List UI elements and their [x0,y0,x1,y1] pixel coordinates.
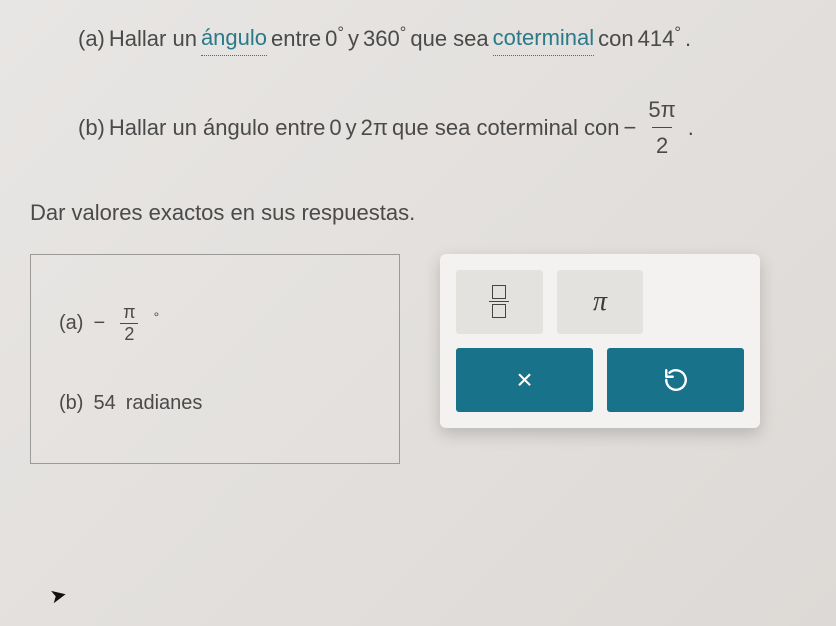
qb-label: (b) [78,110,105,145]
qb-val1: 0 [329,110,341,145]
question-b: (b) Hallar un ángulo entre 0 y 2π que se… [30,92,806,163]
answer-a-fraction: π 2 [119,302,139,345]
tool-row-1: π [456,270,744,334]
fraction-button[interactable] [456,270,543,334]
undo-button[interactable] [607,348,744,412]
qb-fraction: 5π 2 [644,92,679,163]
close-button[interactable]: × [456,348,593,412]
qb-minus: − [624,110,637,145]
question-a: (a) Hallar un ángulo entre 0° y 360° que… [30,20,806,56]
answer-b-label: (b) [59,392,83,415]
qb-val2: 2π [361,110,388,145]
pi-button[interactable]: π [557,270,644,334]
answer-b-value: 54 [93,392,115,415]
undo-icon [663,367,689,393]
answer-a-den: 2 [120,323,138,345]
fraction-icon [489,285,509,319]
qb-text2: que sea coterminal con [392,110,619,145]
qa-text2: entre [271,21,321,56]
link-angulo[interactable]: ángulo [201,20,267,56]
bottom-section: (a) − π 2 ° (b) 54 radianes π [30,254,806,464]
qb-text1: Hallar un ángulo entre [109,110,325,145]
answer-a-row: (a) − π 2 ° [59,302,371,345]
answer-b-unit: radianes [126,392,203,415]
answer-a-unit: ° [154,309,160,325]
answer-a-label: (a) [59,312,83,335]
instruction-text: Dar valores exactos en sus respuestas. [30,200,806,226]
qb-period: . [688,110,694,145]
qa-text3: que sea [410,21,488,56]
cursor-icon: ➤ [48,582,70,610]
qa-text1: Hallar un [109,21,197,56]
qa-val2: 360° [363,21,406,56]
qa-val3: 414° [638,21,681,56]
close-icon: × [516,364,532,396]
qa-period: . [685,21,691,56]
qb-y: y [346,110,357,145]
qa-val1: 0° [325,21,344,56]
link-coterminal[interactable]: coterminal [493,20,594,56]
qa-label: (a) [78,21,105,56]
qb-frac-num: 5π [644,92,679,127]
answer-box: (a) − π 2 ° (b) 54 radianes [30,254,400,464]
answer-a-num: π [119,302,139,323]
qa-text4: con [598,21,633,56]
qb-frac-den: 2 [652,127,672,163]
tool-panel: π × [440,254,760,428]
answer-b-row: (b) 54 radianes [59,392,371,415]
pi-label: π [593,286,607,318]
qa-y: y [348,21,359,56]
answer-a-minus: − [93,312,105,335]
tool-row-2: × [456,348,744,412]
